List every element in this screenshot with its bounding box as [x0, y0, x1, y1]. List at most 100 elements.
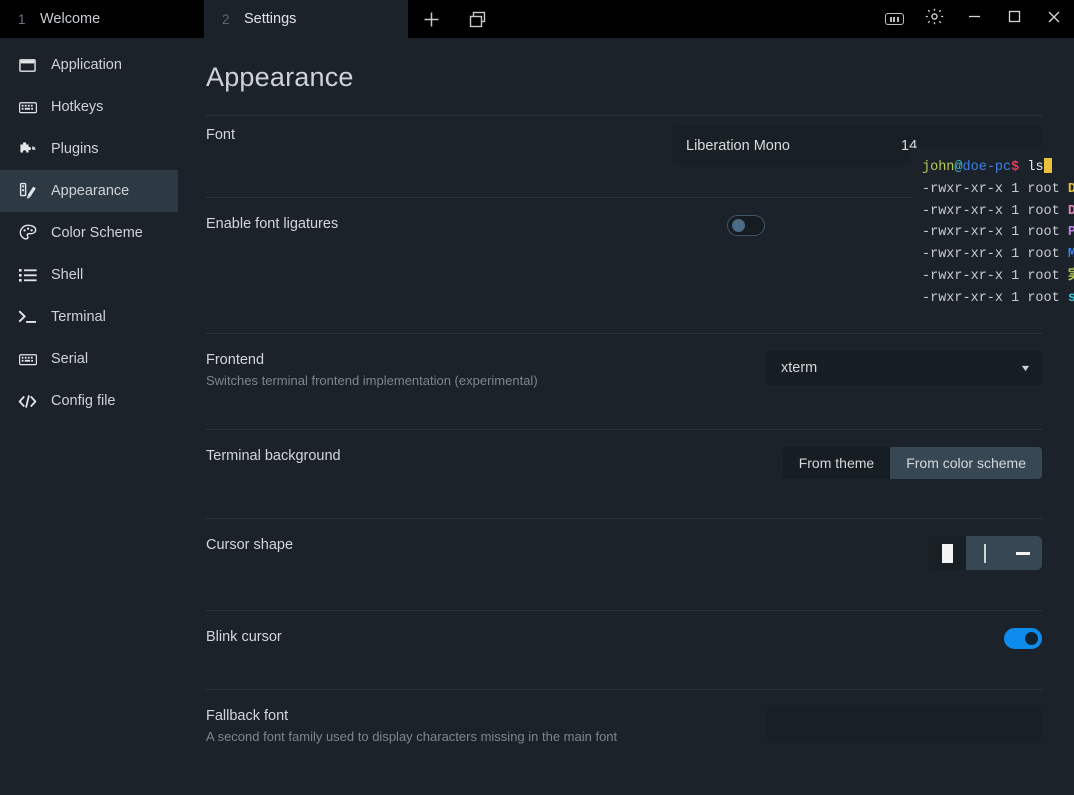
font-ligatures-toggle[interactable]: [727, 215, 765, 236]
row-label: Fallback font: [206, 708, 289, 724]
terminal-preview-line: -rwxr-xr-x 1 root sym -> link: [922, 288, 1074, 310]
keyboard-icon: [18, 350, 37, 369]
sidebar-item-shell[interactable]: Shell: [0, 254, 178, 296]
file-name: sym: [1067, 290, 1074, 306]
close-icon: [1046, 9, 1062, 30]
terminal-preview-prompt-line: john@doe-pc$ ls: [922, 157, 1074, 179]
fallback-font-input[interactable]: [766, 707, 1042, 741]
titlebar-drag-region: [500, 0, 874, 38]
plus-icon: [423, 11, 440, 28]
blink-cursor-toggle[interactable]: [1004, 628, 1042, 649]
tab-settings[interactable]: 2 Settings: [204, 0, 408, 38]
row-control: xterm ▼: [766, 351, 1042, 385]
row-control: [928, 536, 1042, 570]
from-theme-button[interactable]: From theme: [782, 447, 891, 479]
setting-row-frontend: Frontend Switches terminal frontend impl…: [206, 334, 1042, 407]
keyboard-icon: [884, 13, 904, 25]
row-control: [766, 628, 1042, 649]
maximize-button[interactable]: [994, 0, 1034, 38]
cursor-shape-beam-button[interactable]: [966, 536, 1004, 570]
setting-row-blink-cursor: Blink cursor: [206, 611, 1042, 666]
file-perms: -rwxr-xr-x 1 root: [922, 268, 1068, 284]
row-description: Switches terminal frontend implementatio…: [206, 373, 538, 388]
cursor-shape-block-button[interactable]: [928, 536, 966, 570]
frontend-select-value: xterm: [781, 360, 818, 376]
file-perms: -rwxr-xr-x 1 root: [922, 203, 1068, 219]
row-label-wrap: Frontend Switches terminal frontend impl…: [206, 351, 766, 390]
file-name: Pictures: [1067, 225, 1074, 241]
sidebar-item-label: Color Scheme: [51, 225, 143, 241]
row-label-wrap: Cursor shape: [206, 536, 928, 554]
sidebar-item-hotkeys[interactable]: Hotkeys: [0, 86, 178, 128]
sidebar-item-serial[interactable]: Serial: [0, 338, 178, 380]
frontend-select[interactable]: xterm ▼: [766, 351, 1042, 385]
tab-label: Settings: [244, 11, 297, 27]
sidebar-item-application[interactable]: Application: [0, 44, 178, 86]
window-split-icon: [468, 10, 487, 29]
sidebar-item-label: Plugins: [51, 141, 99, 157]
paint-roller-icon: [18, 182, 37, 201]
tab-index: 2: [222, 11, 230, 27]
cursor-shape-button-group: [928, 536, 1042, 570]
sidebar-item-terminal[interactable]: Terminal: [0, 296, 178, 338]
sidebar-item-config-file[interactable]: Config file: [0, 380, 178, 422]
close-button[interactable]: [1034, 0, 1074, 38]
sidebar-item-label: Hotkeys: [51, 99, 104, 115]
row-label: Font: [206, 127, 236, 143]
terminal-preview: john@doe-pc$ ls -rwxr-xr-x 1 root Docume…: [911, 148, 1074, 310]
sidebar-item-color-scheme[interactable]: Color Scheme: [0, 212, 178, 254]
cursor-block-icon: [941, 543, 953, 563]
terminal-background-button-group: From theme From color scheme: [782, 447, 1042, 479]
tab-bar: 1 Welcome 2 Settings: [0, 0, 408, 38]
from-color-scheme-button[interactable]: From color scheme: [890, 447, 1042, 479]
settings-main-panel: Appearance Font Enable font ligatu: [178, 38, 1074, 795]
minimize-button[interactable]: [954, 0, 994, 38]
sidebar-item-plugins[interactable]: Plugins: [0, 128, 178, 170]
palette-icon: [18, 224, 37, 243]
font-family-input[interactable]: [672, 126, 887, 165]
puzzle-piece-icon: [18, 140, 37, 159]
window-icon: [18, 56, 37, 75]
row-control: From theme From color scheme: [782, 447, 1042, 479]
terminal-icon: [18, 308, 37, 327]
terminal-preview-line: -rwxr-xr-x 1 root 実行可能ファイル: [922, 266, 1074, 288]
row-label-wrap: Fallback font A second font family used …: [206, 707, 766, 746]
file-name: Downloads: [1067, 203, 1074, 219]
prompt-host: doe-pc: [962, 160, 1012, 175]
setting-row-terminal-background: Terminal background From theme From colo…: [206, 430, 1042, 496]
chevron-down-icon: ▼: [1019, 362, 1032, 373]
row-label-wrap: Font: [206, 126, 672, 144]
sidebar-item-label: Terminal: [51, 309, 106, 325]
file-perms: -rwxr-xr-x 1 root: [922, 225, 1068, 241]
row-control: [766, 707, 1042, 741]
new-tab-button[interactable]: [408, 0, 454, 38]
split-pane-button[interactable]: [454, 0, 500, 38]
toggle-knob: [731, 219, 745, 232]
file-perms: -rwxr-xr-x 1 root: [922, 181, 1068, 197]
file-name: Documents: [1067, 181, 1074, 197]
window-controls: [874, 0, 1074, 38]
settings-button[interactable]: [914, 0, 954, 38]
prompt-user: john: [922, 160, 955, 175]
sidebar-item-label: Appearance: [51, 183, 130, 199]
sidebar-item-label: Config file: [51, 393, 116, 409]
sidebar-item-label: Serial: [51, 351, 89, 367]
cursor-shape-underline-button[interactable]: [1004, 536, 1042, 570]
list-icon: [18, 266, 37, 285]
prompt-at: @: [954, 160, 963, 175]
prompt-command: ls: [1027, 160, 1044, 175]
row-label: Terminal background: [206, 448, 341, 464]
sidebar-item-appearance[interactable]: Appearance: [0, 170, 178, 212]
settings-sidebar: Application Hotkeys Plugins Appearance C…: [0, 38, 178, 795]
code-icon: [18, 392, 37, 411]
terminal-preview-line: -rwxr-xr-x 1 root Documents: [922, 179, 1074, 201]
tab-index: 1: [18, 11, 26, 27]
tab-welcome[interactable]: 1 Welcome: [0, 0, 204, 38]
keyboard-shortcuts-button[interactable]: [874, 0, 914, 38]
terminal-preview-line: -rwxr-xr-x 1 root Pictures: [922, 222, 1074, 244]
row-label-wrap: Terminal background: [206, 447, 783, 465]
maximize-icon: [1007, 9, 1022, 29]
terminal-preview-line: -rwxr-xr-x 1 root Music: [922, 244, 1074, 266]
file-perms: -rwxr-xr-x 1 root: [922, 290, 1068, 306]
row-label: Cursor shape: [206, 537, 294, 553]
